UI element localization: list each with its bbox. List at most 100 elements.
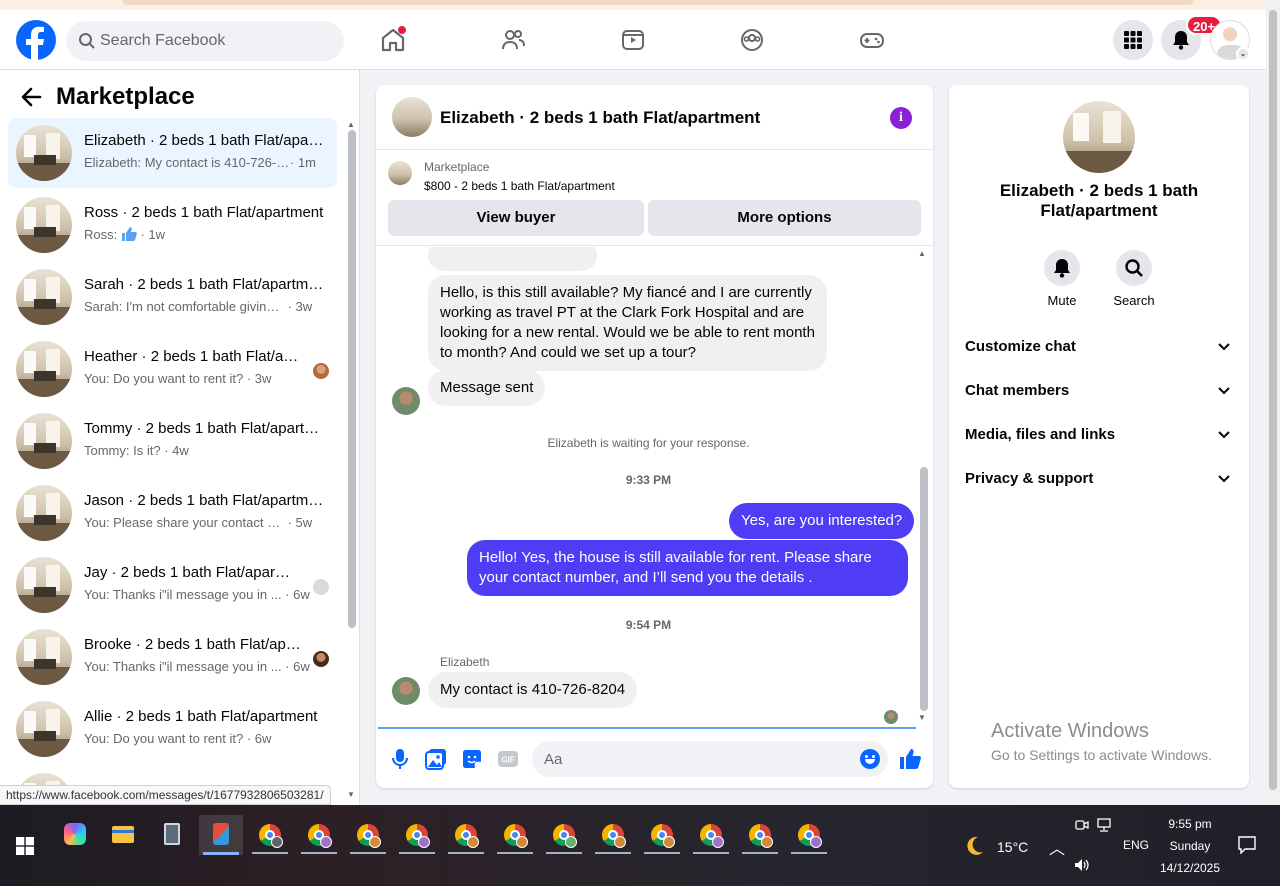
conversation-item[interactable]: Sarah · 2 beds 1 bath Flat/apartment Sar… [8, 262, 337, 332]
chrome-icon[interactable] [248, 815, 292, 855]
conversation-item[interactable]: Brooke · 2 beds 1 bath Flat/apartment Yo… [8, 622, 337, 692]
search-button[interactable]: Search [1104, 250, 1164, 308]
view-buyer-button[interactable]: View buyer [388, 200, 644, 236]
conversation-item[interactable]: Allie · 2 beds 1 bath Flat/apartment You… [8, 694, 337, 764]
listing-price[interactable]: $800 - 2 beds 1 bath Flat/apartment [424, 179, 615, 193]
groups-icon[interactable] [736, 24, 768, 56]
page-scrollbar[interactable] [1266, 0, 1280, 805]
search-box[interactable] [66, 21, 344, 61]
chrome-icon[interactable] [787, 815, 831, 855]
windows-start-icon[interactable] [16, 837, 34, 855]
conversation-item[interactable]: Ross · 2 beds 1 bath Flat/apartment Ross… [8, 190, 337, 260]
video-icon[interactable] [617, 24, 649, 56]
conversations-scrollbar[interactable]: ▲ ▼ [347, 120, 357, 800]
message-bubble [428, 247, 597, 271]
calculator-icon[interactable] [150, 815, 194, 855]
conversation-title: Allie · 2 beds 1 bath Flat/apartment [84, 708, 318, 725]
conversation-preview: Elizabeth: My contact is 410-726-8204 · 1… [84, 155, 316, 170]
chrome-icon[interactable] [493, 815, 537, 855]
media-files-links-section[interactable]: Media, files and links [949, 413, 1249, 457]
clock[interactable]: 9:55 pm Sunday 14/12/2025 [1155, 815, 1225, 877]
listing-thumbnail [16, 413, 72, 469]
network-icon[interactable] [1097, 818, 1115, 832]
listing-thumbnail [16, 197, 72, 253]
listing-thumbnail [16, 557, 72, 613]
chrome-icon[interactable] [297, 815, 341, 855]
chrome-icon[interactable] [395, 815, 439, 855]
chat-members-section[interactable]: Chat members [949, 369, 1249, 413]
sticker-icon[interactable] [460, 747, 484, 771]
info-icon[interactable]: i [890, 107, 912, 129]
home-icon[interactable] [377, 24, 409, 56]
chat-scrollbar[interactable]: ▲ ▼ [918, 249, 930, 727]
more-options-button[interactable]: More options [648, 200, 921, 236]
back-arrow-icon[interactable] [20, 86, 42, 108]
conversation-item[interactable]: Jason · 2 beds 1 bath Flat/apartment You… [8, 478, 337, 548]
chrome-icon[interactable] [444, 815, 488, 855]
chevron-down-icon[interactable]: ⌄ [1236, 47, 1250, 61]
message-bubble: My contact is 410-726-8204 [428, 672, 638, 708]
gaming-icon[interactable] [856, 24, 888, 56]
volume-icon[interactable] [1073, 857, 1091, 873]
conversation-item[interactable]: Heather · 2 beds 1 bath Flat/apartment Y… [8, 334, 337, 404]
chevron-down-icon [1218, 475, 1230, 483]
system-note: Elizabeth is waiting for your response. [547, 436, 750, 450]
listing-thumbnail [16, 341, 72, 397]
thumbs-up-icon[interactable] [898, 747, 922, 771]
show-hidden-icons[interactable]: ︿ [1049, 835, 1065, 859]
browser-tab-strip [0, 0, 1280, 10]
chat-title[interactable]: Elizabeth · 2 beds 1 bath Flat/apartment [440, 108, 760, 128]
menu-grid-button[interactable] [1113, 20, 1153, 60]
conversation-title: Tommy · 2 beds 1 bath Flat/apartment [84, 420, 324, 437]
message-bubble-outgoing: Hello! Yes, the house is still available… [467, 540, 908, 596]
emoji-icon[interactable] [860, 749, 880, 769]
message-input-box[interactable] [532, 741, 888, 777]
conversation-preview: You: Do you want to rent it? · 6w [84, 731, 272, 746]
microphone-icon[interactable] [388, 747, 412, 771]
notification-center-icon[interactable] [1238, 836, 1256, 854]
chrome-icon[interactable] [689, 815, 733, 855]
conversation-item[interactable]: Jay · 2 beds 1 bath Flat/apartment You: … [8, 550, 337, 620]
photo-icon[interactable] [424, 747, 448, 771]
conversation-item[interactable]: Tommy · 2 beds 1 bath Flat/apartment Tom… [8, 406, 337, 476]
chrome-icon[interactable] [640, 815, 684, 855]
gif-icon[interactable]: GIF [496, 747, 520, 771]
conversation-item[interactable]: Elizabeth · 2 beds 1 bath Flat/apartment… [8, 118, 337, 188]
listing-avatar[interactable] [1063, 101, 1135, 173]
facebook-logo-icon[interactable] [16, 20, 56, 60]
snipping-tool-icon[interactable] [199, 815, 243, 855]
bell-icon [1173, 31, 1189, 50]
privacy-support-section[interactable]: Privacy & support [949, 457, 1249, 501]
windows-taskbar: 15°C ︿ ENG 9:55 pm Sunday 14/12/2025 [0, 805, 1280, 886]
chrome-icon[interactable] [542, 815, 586, 855]
conversation-title: Elizabeth · 2 beds 1 bath Flat/apartment [84, 132, 324, 149]
listing-avatar[interactable] [392, 97, 432, 137]
grid-icon [1124, 31, 1142, 49]
browser-tab[interactable] [122, 0, 1194, 5]
message-input[interactable] [544, 741, 844, 777]
chrome-icon[interactable] [591, 815, 635, 855]
chat-panel: Elizabeth · 2 beds 1 bath Flat/apartment… [376, 85, 933, 788]
sender-avatar[interactable] [392, 387, 420, 415]
meet-now-icon[interactable] [1075, 818, 1089, 832]
search-input[interactable] [100, 21, 330, 61]
chrome-icon[interactable] [738, 815, 782, 855]
bell-icon [1054, 259, 1070, 278]
copilot-icon[interactable] [52, 815, 96, 855]
customize-chat-section[interactable]: Customize chat [949, 325, 1249, 369]
top-navigation: 20+ ⌄ [0, 10, 1266, 70]
chrome-icon[interactable] [346, 815, 390, 855]
listing-thumbnail [16, 485, 72, 541]
file-explorer-icon[interactable] [101, 815, 145, 855]
weather-widget[interactable]: 15°C [962, 833, 1032, 859]
friends-icon[interactable] [497, 24, 529, 56]
message-bubble: Hello, is this still available? My fianc… [428, 275, 827, 371]
mute-button[interactable]: Mute [1032, 250, 1092, 308]
notification-dot [398, 26, 406, 34]
sender-avatar[interactable] [392, 677, 420, 705]
message-bubble-outgoing: Yes, are you interested? [729, 503, 915, 539]
moon-icon [967, 836, 983, 855]
timestamp: 9:33 PM [625, 473, 672, 487]
search-icon [79, 33, 95, 49]
language-indicator[interactable]: ENG [1123, 838, 1149, 852]
